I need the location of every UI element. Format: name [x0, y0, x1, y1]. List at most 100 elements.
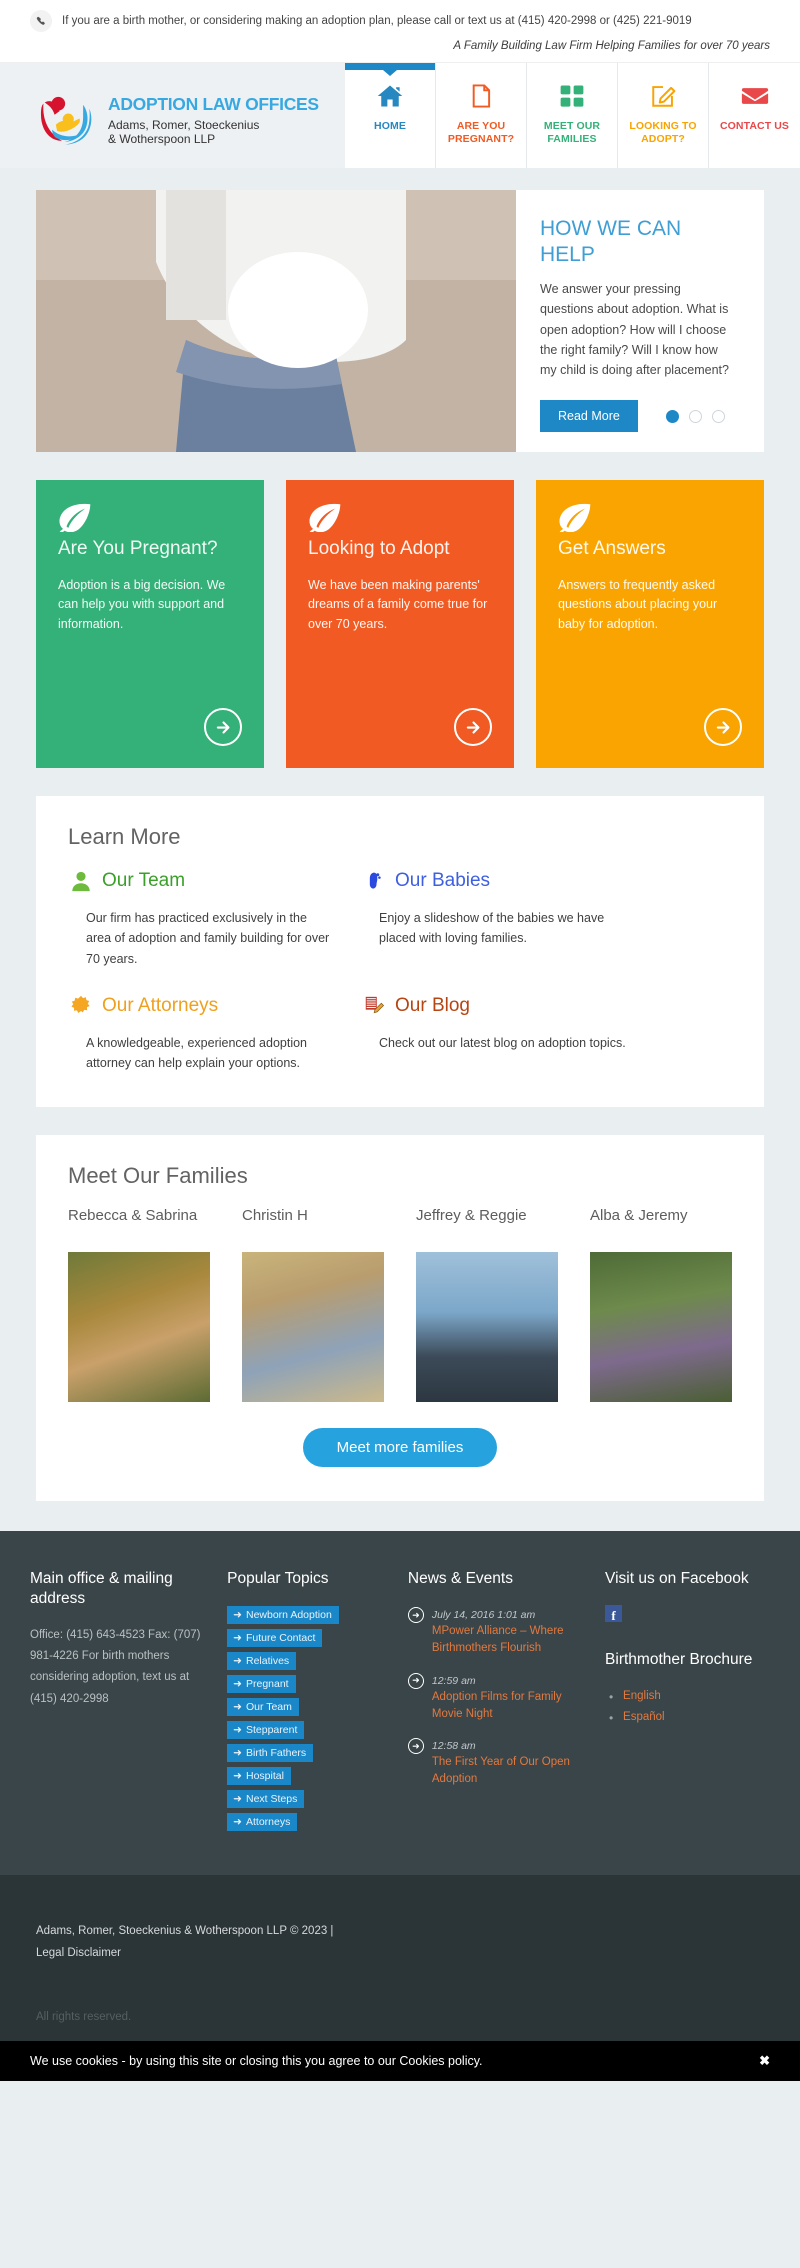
all-rights-reserved: All rights reserved.: [36, 2010, 132, 2023]
family-card[interactable]: Rebecca & Sabrina: [68, 1207, 210, 1403]
card-title-are-you-pregnant: Are You Pregnant?: [58, 538, 218, 559]
topic-tag[interactable]: ➜ Future Contact: [227, 1629, 323, 1648]
notepad-pencil-icon: [361, 993, 387, 1019]
nav-item-looking-to-adopt[interactable]: LOOKING TO ADOPT?: [618, 63, 709, 168]
topic-tag[interactable]: ➜ Stepparent: [227, 1721, 305, 1740]
our-team-link[interactable]: Our Team: [102, 869, 185, 893]
our-blog-link[interactable]: Our Blog: [395, 994, 470, 1018]
topic-tag[interactable]: ➜ Attorneys: [227, 1813, 298, 1832]
nav-item-meet-our-families[interactable]: MEET OUR FAMILIES: [527, 63, 618, 168]
feature-cards: Are You Pregnant? Adoption is a big deci…: [0, 480, 800, 768]
family-photo-4[interactable]: [590, 1252, 732, 1403]
our-blog-desc: Check out our latest blog on adoption to…: [379, 1035, 626, 1050]
arrow-right-icon: ➜: [233, 1793, 242, 1806]
topic-label: Newborn Adoption: [245, 1609, 332, 1622]
tagline-row: A Family Building Law Firm Helping Famil…: [30, 36, 770, 54]
learn-more-item-our-team: Our Team Our firm has practiced exclusiv…: [68, 868, 335, 969]
card-are-you-pregnant[interactable]: Are You Pregnant? Adoption is a big deci…: [36, 480, 264, 768]
our-blog-heading[interactable]: Our Blog: [361, 993, 628, 1019]
our-attorneys-heading[interactable]: Our Attorneys: [68, 993, 335, 1019]
document-icon: [468, 81, 494, 111]
news-item: ➜ 12:59 am Adoption Films for Family Mov…: [407, 1671, 581, 1724]
topic-tag[interactable]: ➜ Pregnant: [227, 1675, 296, 1694]
leaf-icon: [58, 503, 92, 536]
firm-tagline: A Family Building Law Firm Helping Famil…: [453, 40, 770, 52]
topic-label: Pregnant: [245, 1678, 289, 1691]
leaf-icon: [558, 503, 592, 536]
news-link[interactable]: The First Year of Our Open Adoption: [432, 1754, 581, 1789]
top-utility-bar: If you are a birth mother, or considerin…: [0, 0, 800, 63]
news-date: 12:59 am: [431, 1674, 476, 1687]
brochure-link-espanol[interactable]: Español: [609, 1707, 770, 1729]
brochure-title: Birthmother Brochure: [605, 1651, 753, 1669]
topic-tag[interactable]: ➜ Next Steps: [227, 1790, 305, 1809]
our-attorneys-link[interactable]: Our Attorneys: [102, 994, 218, 1018]
learn-more-item-our-babies: Our Babies Enjoy a slideshow of the babi…: [361, 868, 628, 969]
family-photo-3[interactable]: [416, 1252, 558, 1403]
slider-dot-1[interactable]: [665, 409, 679, 423]
brochure-language-list: English Español: [605, 1686, 770, 1730]
learn-more-panel: Learn More Our Team Our firm has practic…: [36, 796, 764, 1108]
nav-item-contact-us[interactable]: CONTACT US: [709, 63, 800, 168]
topic-label: Stepparent: [245, 1724, 298, 1737]
main-office-title: Main office & mailing address: [30, 1570, 173, 1608]
family-name: Jeffrey & Reggie: [416, 1207, 527, 1225]
topic-tag[interactable]: ➜ Birth Fathers: [227, 1744, 314, 1763]
cookie-message: We use cookies - by using this site or c…: [30, 2053, 483, 2068]
brochure-link-english[interactable]: English: [609, 1686, 770, 1708]
read-more-button[interactable]: Read More: [540, 400, 638, 432]
topic-label: Our Team: [245, 1701, 292, 1714]
hero-section: HOW WE CAN HELP We answer your pressing …: [0, 190, 800, 452]
facebook-icon[interactable]: f: [605, 1605, 623, 1623]
nav-label-looking-to-adopt: LOOKING TO ADOPT?: [629, 120, 697, 146]
close-icon[interactable]: ✖: [759, 2053, 770, 2069]
news-link[interactable]: MPower Alliance – Where Birthmothers Flo…: [432, 1623, 581, 1658]
news-date: 12:58 am: [431, 1740, 476, 1753]
arrow-right-icon[interactable]: [204, 708, 242, 746]
family-card[interactable]: Alba & Jeremy: [590, 1207, 732, 1403]
our-team-heading[interactable]: Our Team: [68, 868, 335, 894]
hero-image-pregnant-woman: [36, 190, 516, 452]
family-card[interactable]: Jeffrey & Reggie: [416, 1207, 558, 1403]
topic-tag[interactable]: ➜ Relatives: [227, 1652, 297, 1671]
footer-columns: Main office & mailing address Office: (4…: [30, 1569, 770, 1835]
pencil-square-icon: [650, 81, 676, 111]
arrow-right-icon: ➜: [233, 1770, 242, 1783]
topic-tag[interactable]: ➜ Newborn Adoption: [227, 1606, 339, 1625]
leaf-icon: [308, 503, 342, 536]
birthmother-notice-text: If you are a birth mother, or considerin…: [62, 14, 692, 27]
legal-disclaimer-link[interactable]: Legal Disclaimer: [36, 1943, 764, 1965]
arrow-right-icon: ➜: [233, 1609, 242, 1622]
news-link[interactable]: Adoption Films for Family Movie Night: [432, 1689, 581, 1724]
card-looking-to-adopt[interactable]: Looking to Adopt We have been making par…: [286, 480, 514, 768]
family-photo-1[interactable]: [68, 1252, 210, 1403]
family-photo-2[interactable]: [242, 1252, 384, 1403]
family-card[interactable]: Christin H: [242, 1207, 384, 1403]
topbar-notice-row: If you are a birth mother, or considerin…: [30, 10, 770, 32]
arrow-right-icon[interactable]: [454, 708, 492, 746]
arrow-right-icon[interactable]: [704, 708, 742, 746]
family-name: Rebecca & Sabrina: [68, 1207, 198, 1225]
our-babies-heading[interactable]: Our Babies: [361, 868, 628, 894]
families-grid: Rebecca & Sabrina Christin H Jeffrey & R…: [68, 1207, 732, 1403]
nav-item-home[interactable]: HOME: [345, 63, 436, 168]
meet-more-families-button[interactable]: Meet more families: [302, 1428, 498, 1468]
learn-more-grid: Our Team Our firm has practiced exclusiv…: [68, 868, 628, 1073]
topic-tag[interactable]: ➜ Hospital: [227, 1767, 291, 1786]
arrow-right-icon: ➜: [233, 1747, 242, 1760]
our-babies-link[interactable]: Our Babies: [395, 869, 490, 893]
logo-subtitle-line2: & Wotherspoon LLP: [108, 132, 216, 146]
learn-more-item-our-blog: Our Blog Check out our latest blog on ad…: [361, 993, 628, 1074]
footer-col-news-events: News & Events ➜ July 14, 2016 1:01 am MP…: [407, 1569, 581, 1835]
topic-tag[interactable]: ➜ Our Team: [227, 1698, 299, 1717]
site-logo[interactable]: ADOPTION LAW OFFICES Adams, Romer, Stoec…: [36, 90, 319, 168]
arrow-right-icon: ➜: [233, 1701, 242, 1714]
learn-more-item-our-attorneys: Our Attorneys A knowledgeable, experienc…: [68, 993, 335, 1074]
logo-subtitle-line1: Adams, Romer, Stoeckenius: [108, 117, 260, 132]
card-title-looking-to-adopt: Looking to Adopt: [308, 538, 450, 559]
slider-dot-2[interactable]: [688, 409, 702, 423]
slider-dot-3[interactable]: [711, 409, 725, 423]
popular-topics-title: Popular Topics: [227, 1570, 329, 1588]
card-get-answers[interactable]: Get Answers Answers to frequently asked …: [536, 480, 764, 768]
nav-item-are-you-pregnant[interactable]: ARE YOU PREGNANT?: [436, 63, 527, 168]
